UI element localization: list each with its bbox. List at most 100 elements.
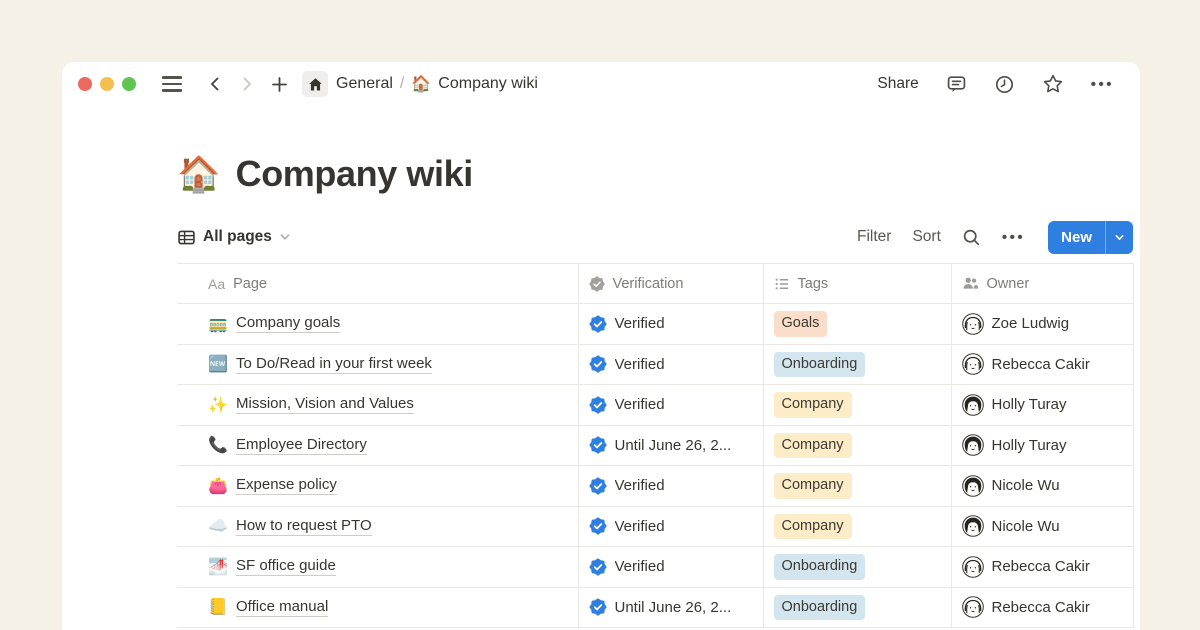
- owner-name: Rebecca Cakir: [992, 558, 1090, 575]
- page-title-text[interactable]: Company wiki: [236, 153, 473, 195]
- zoom-window-button[interactable]: [122, 77, 136, 91]
- breadcrumb: General / 🏠 Company wiki: [336, 74, 538, 94]
- comments-icon[interactable]: [946, 74, 967, 95]
- verification-cell[interactable]: Verified: [578, 547, 763, 588]
- page-cell[interactable]: 👛 Expense policy: [177, 466, 578, 507]
- owner-cell[interactable]: Holly Turay: [951, 425, 1133, 466]
- table-view-icon: [177, 228, 196, 247]
- updates-clock-icon[interactable]: [994, 74, 1015, 95]
- back-button[interactable]: [202, 71, 228, 97]
- page-link[interactable]: How to request PTO: [236, 517, 372, 536]
- tags-cell[interactable]: Company: [763, 385, 951, 426]
- page-link[interactable]: Company goals: [236, 314, 340, 333]
- tags-cell[interactable]: Goals: [763, 304, 951, 345]
- owner-cell[interactable]: Nicole Wu: [951, 506, 1133, 547]
- table-row[interactable]: 🌁 SF office guide Verified Onboarding: [177, 547, 1133, 588]
- filter-button[interactable]: Filter: [857, 228, 891, 246]
- page-cell[interactable]: 🆕 To Do/Read in your first week: [177, 344, 578, 385]
- table-row[interactable]: ✨ Mission, Vision and Values Verified Co…: [177, 385, 1133, 426]
- table-row[interactable]: 📒 Office manual Until June 26, 2... Onbo…: [177, 587, 1133, 628]
- avatar: [962, 475, 984, 497]
- verified-badge-icon: [589, 436, 607, 454]
- minimize-window-button[interactable]: [100, 77, 114, 91]
- column-header-page[interactable]: Aa Page: [177, 264, 578, 304]
- table-row[interactable]: ☁️ How to request PTO Verified Company: [177, 506, 1133, 547]
- page-link[interactable]: Expense policy: [236, 476, 337, 495]
- owner-name: Rebecca Cakir: [992, 356, 1090, 373]
- page-link[interactable]: Employee Directory: [236, 436, 367, 455]
- page-link[interactable]: Mission, Vision and Values: [236, 395, 414, 414]
- toolbar-actions: Share •••: [877, 73, 1114, 95]
- verification-cell[interactable]: Verified: [578, 466, 763, 507]
- search-icon[interactable]: [962, 228, 981, 247]
- owner-cell[interactable]: Rebecca Cakir: [951, 344, 1133, 385]
- breadcrumb-separator: /: [400, 75, 404, 93]
- breadcrumb-root[interactable]: General: [336, 75, 393, 93]
- verification-cell[interactable]: Until June 26, 2...: [578, 425, 763, 466]
- tags-cell[interactable]: Onboarding: [763, 587, 951, 628]
- owner-name: Nicole Wu: [992, 518, 1060, 535]
- verification-status: Verified: [615, 558, 665, 575]
- share-button[interactable]: Share: [877, 75, 918, 93]
- favorite-star-icon[interactable]: [1042, 73, 1064, 95]
- verification-cell[interactable]: Until June 26, 2...: [578, 587, 763, 628]
- tags-cell[interactable]: Onboarding: [763, 547, 951, 588]
- column-header-owner[interactable]: Owner: [951, 264, 1133, 304]
- view-selector[interactable]: All pages: [177, 228, 291, 247]
- owner-cell[interactable]: Zoe Ludwig: [951, 304, 1133, 345]
- table-row[interactable]: 🆕 To Do/Read in your first week Verified…: [177, 344, 1133, 385]
- page-cell[interactable]: 📒 Office manual: [177, 587, 578, 628]
- table-row[interactable]: 👛 Expense policy Verified Company: [177, 466, 1133, 507]
- page-cell[interactable]: 📞 Employee Directory: [177, 425, 578, 466]
- owner-cell[interactable]: Holly Turay: [951, 385, 1133, 426]
- tag-pill: Onboarding: [774, 595, 866, 621]
- avatar: [962, 353, 984, 375]
- table-body: 🚃 Company goals Verified Goals: [177, 304, 1133, 628]
- page-cell[interactable]: 🚃 Company goals: [177, 304, 578, 345]
- avatar: [962, 434, 984, 456]
- verification-cell[interactable]: Verified: [578, 506, 763, 547]
- tags-cell[interactable]: Company: [763, 506, 951, 547]
- tag-pill: Goals: [774, 311, 828, 337]
- close-window-button[interactable]: [78, 77, 92, 91]
- tags-cell[interactable]: Company: [763, 466, 951, 507]
- home-icon[interactable]: [302, 71, 328, 97]
- forward-button[interactable]: [234, 71, 260, 97]
- owner-name: Holly Turay: [992, 437, 1067, 454]
- verified-seal-icon: [589, 276, 605, 292]
- page-link[interactable]: SF office guide: [236, 557, 336, 576]
- table-row[interactable]: 📞 Employee Directory Until June 26, 2...…: [177, 425, 1133, 466]
- database-view-bar: All pages Filter Sort ••• New: [177, 220, 1133, 254]
- new-button[interactable]: New: [1048, 221, 1133, 254]
- page-cell[interactable]: ✨ Mission, Vision and Values: [177, 385, 578, 426]
- tags-cell[interactable]: Company: [763, 425, 951, 466]
- owner-cell[interactable]: Nicole Wu: [951, 466, 1133, 507]
- page-link[interactable]: Office manual: [236, 598, 328, 617]
- column-header-tags[interactable]: Tags: [763, 264, 951, 304]
- owner-cell[interactable]: Rebecca Cakir: [951, 587, 1133, 628]
- page-link[interactable]: To Do/Read in your first week: [236, 355, 432, 374]
- new-button-chevron-icon[interactable]: [1106, 221, 1133, 254]
- verification-cell[interactable]: Verified: [578, 385, 763, 426]
- new-page-plus-icon[interactable]: [266, 71, 292, 97]
- breadcrumb-current-page[interactable]: Company wiki: [438, 75, 538, 93]
- page-cell[interactable]: 🌁 SF office guide: [177, 547, 578, 588]
- page-emoji: 📒: [208, 597, 228, 617]
- verification-status: Verified: [615, 356, 665, 373]
- sort-button[interactable]: Sort: [912, 228, 940, 246]
- more-options-icon[interactable]: •••: [1091, 76, 1114, 93]
- page-emoji: 🌁: [208, 557, 228, 577]
- verification-cell[interactable]: Verified: [578, 344, 763, 385]
- verification-cell[interactable]: Verified: [578, 304, 763, 345]
- verification-status: Verified: [615, 477, 665, 494]
- page-icon-emoji[interactable]: 🏠: [177, 157, 221, 192]
- page-cell[interactable]: ☁️ How to request PTO: [177, 506, 578, 547]
- new-button-label[interactable]: New: [1048, 221, 1105, 254]
- owner-cell[interactable]: Rebecca Cakir: [951, 547, 1133, 588]
- tags-cell[interactable]: Onboarding: [763, 344, 951, 385]
- view-more-options-icon[interactable]: •••: [1002, 229, 1025, 246]
- verified-badge-icon: [589, 315, 607, 333]
- hamburger-menu-icon[interactable]: [162, 76, 182, 91]
- table-row[interactable]: 🚃 Company goals Verified Goals: [177, 304, 1133, 345]
- column-header-verification[interactable]: Verification: [578, 264, 763, 304]
